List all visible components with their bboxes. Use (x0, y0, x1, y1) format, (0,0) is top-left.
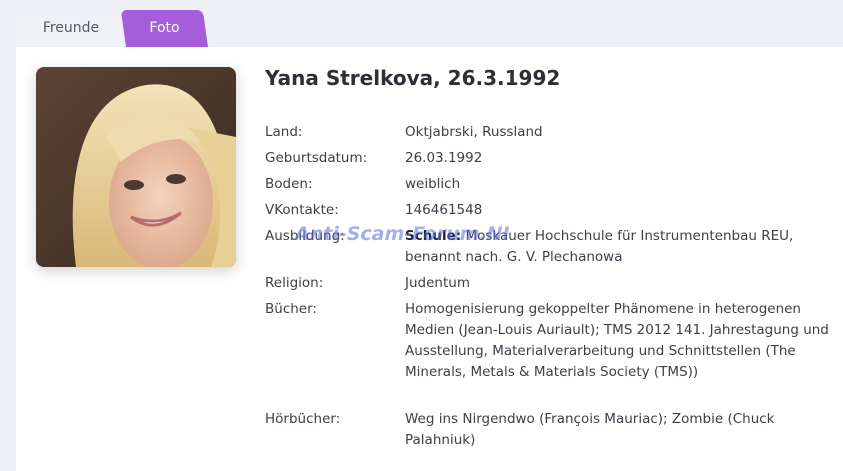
field-value: Judentum (405, 275, 470, 291)
field-label: VKontakte: (265, 202, 339, 218)
field-value: Homogenisierung gekoppelter Phänomene in… (405, 301, 829, 380)
profile-photo (36, 67, 236, 267)
field-label: Geburtsdatum: (265, 150, 368, 166)
tab-foto-label: Foto (149, 20, 180, 36)
field-label: Land: (265, 124, 303, 140)
field-value: Schule: Moskauer Hochschule für Instrume… (405, 226, 835, 268)
field-value-text: Moskauer Hochschule für Instrumentenbau … (405, 228, 794, 265)
tab-freunde[interactable]: Freunde (16, 10, 126, 47)
field-label: Boden: (265, 176, 313, 192)
field-label: Ausbildung: (265, 228, 345, 244)
field-value: 146461548 (405, 202, 483, 218)
portrait-image (36, 67, 236, 267)
field-value: weiblich (405, 176, 461, 192)
profile-title: Yana Strelkova, 26.3.1992 (265, 66, 561, 90)
field-value: 26.03.1992 (405, 150, 483, 166)
field-label: Hörbücher: (265, 411, 341, 427)
field-value: Weg ins Nirgendwo (François Mauriac); Zo… (405, 411, 775, 448)
field-label: Religion: (265, 275, 324, 291)
tab-foto[interactable]: Foto (120, 10, 208, 47)
field-value: Oktjabrski, Russland (405, 124, 543, 140)
field-label: Bücher: (265, 301, 317, 317)
field-value-prefix: Schule: (405, 228, 462, 244)
